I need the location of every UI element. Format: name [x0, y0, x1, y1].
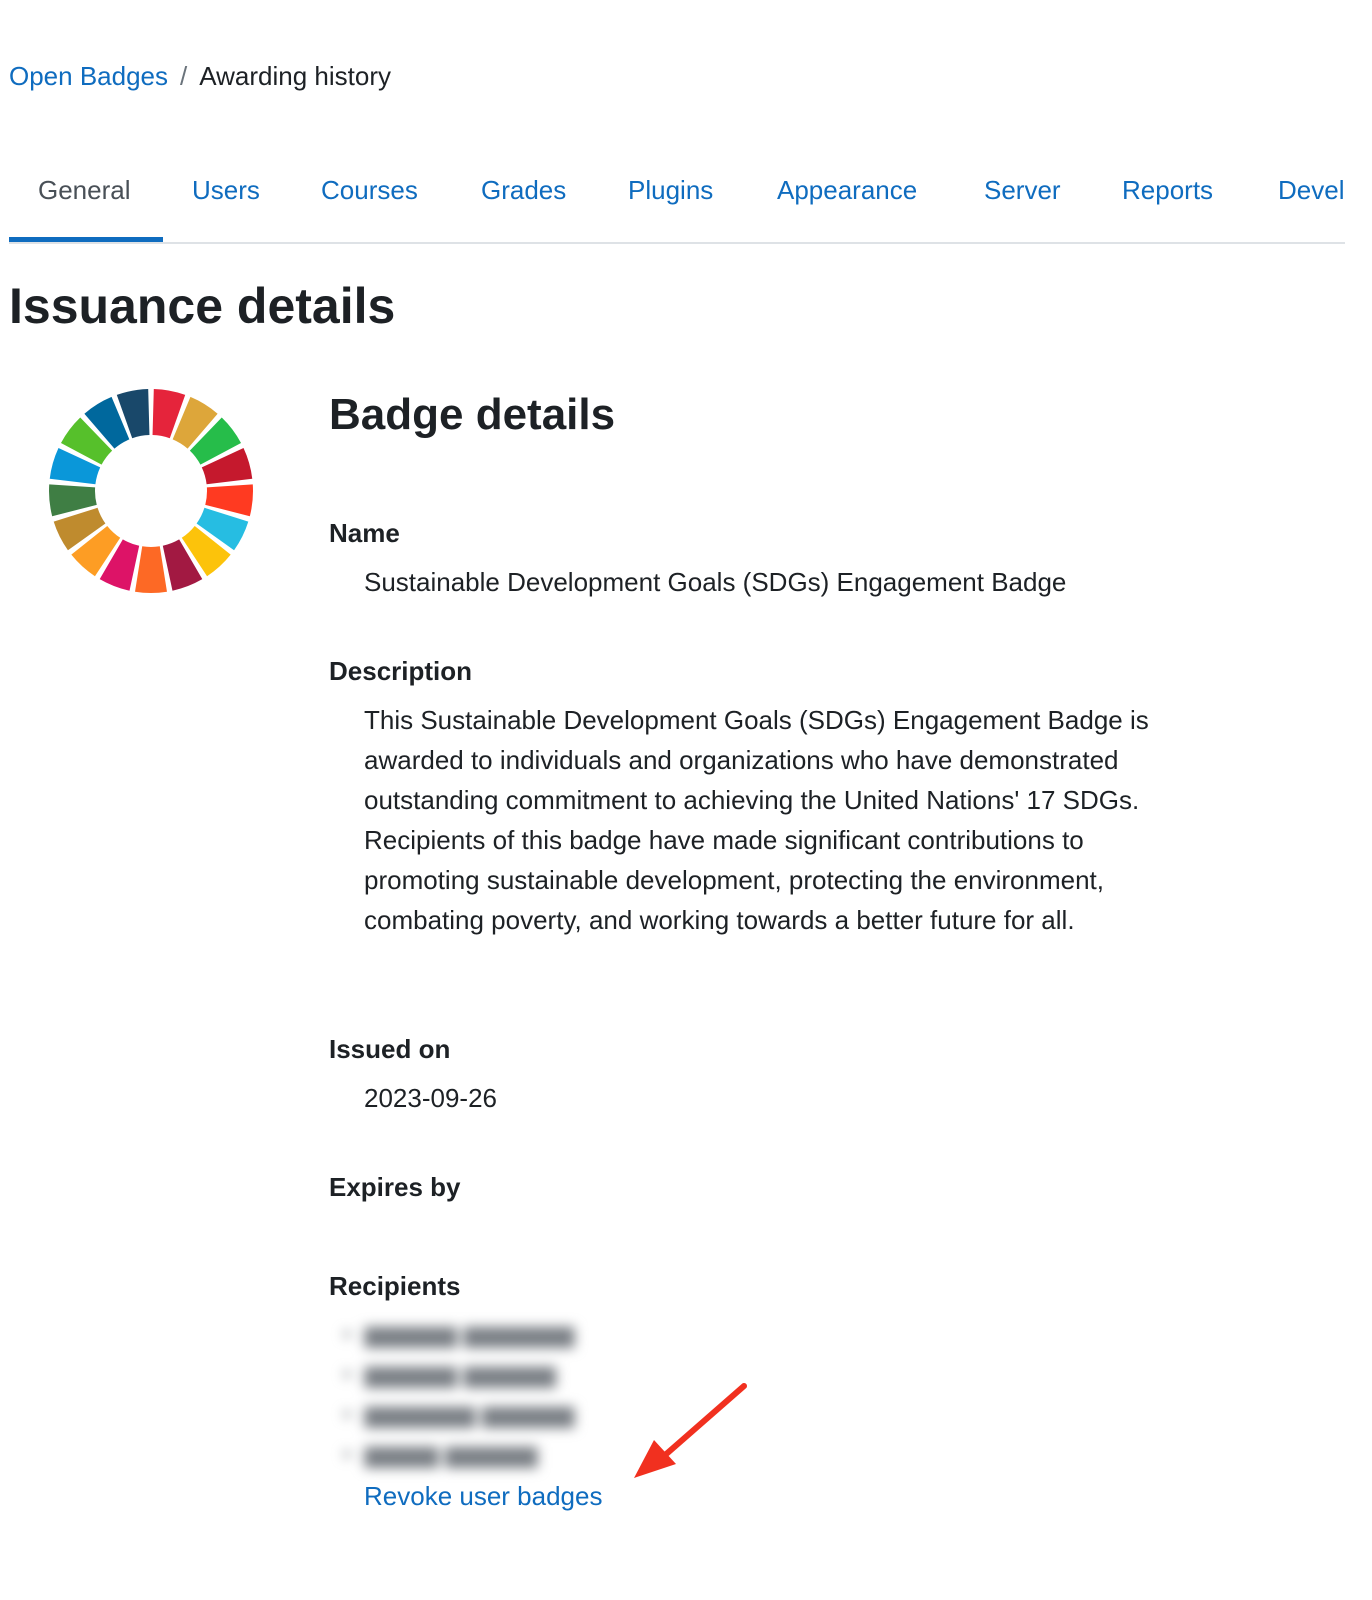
name-value: Sustainable Development Goals (SDGs) Eng… — [364, 567, 1067, 597]
tab-server[interactable]: Server — [984, 140, 1061, 240]
tab-grades[interactable]: Grades — [481, 140, 566, 240]
recipient-item-redacted: • ▆▆▆▆▆ ▆▆▆▆▆ — [343, 1361, 556, 1388]
recipient-item-redacted: • ▆▆▆▆▆ ▆▆▆▆▆▆ — [343, 1321, 575, 1348]
issued-on-value: 2023-09-26 — [364, 1083, 497, 1113]
breadcrumb-open-badges-link[interactable]: Open Badges — [9, 61, 168, 91]
recipient-item-redacted: • ▆▆▆▆ ▆▆▆▆▆ — [343, 1441, 538, 1468]
description-label: Description — [329, 656, 473, 686]
revoke-user-badges-link[interactable]: Revoke user badges — [364, 1476, 602, 1516]
page-title: Issuance details — [9, 278, 396, 334]
annotation-arrow-icon — [634, 1383, 747, 1478]
tab-development[interactable]: Devel — [1278, 140, 1344, 240]
breadcrumb: Open Badges / Awarding history — [9, 58, 391, 94]
recipients-label: Recipients — [329, 1271, 461, 1301]
tab-users[interactable]: Users — [192, 140, 260, 240]
tab-appearance[interactable]: Appearance — [777, 140, 917, 240]
active-tab-indicator — [9, 237, 163, 242]
tab-reports[interactable]: Reports — [1122, 140, 1213, 240]
tab-courses[interactable]: Courses — [321, 140, 418, 240]
breadcrumb-separator: / — [180, 61, 188, 91]
expires-by-label: Expires by — [329, 1172, 461, 1202]
breadcrumb-current: Awarding history — [199, 61, 391, 91]
badge-details-title: Badge details — [329, 390, 616, 439]
description-value: This Sustainable Development Goals (SDGs… — [364, 705, 1149, 935]
recipients-list-redacted: • ▆▆▆▆▆ ▆▆▆▆▆▆ • ▆▆▆▆▆ ▆▆▆▆▆ • ▆▆▆▆▆▆ ▆▆… — [329, 1315, 589, 1468]
recipient-item-redacted: • ▆▆▆▆▆▆ ▆▆▆▆▆ — [343, 1401, 575, 1428]
issued-on-label: Issued on — [329, 1034, 451, 1064]
name-label: Name — [329, 518, 400, 548]
admin-tabs: General Users Courses Grades Plugins App… — [9, 140, 1345, 244]
badge-wheel-segment — [135, 546, 167, 593]
badge-image — [49, 389, 254, 593]
tab-general[interactable]: General — [38, 140, 131, 240]
tab-plugins[interactable]: Plugins — [628, 140, 713, 240]
